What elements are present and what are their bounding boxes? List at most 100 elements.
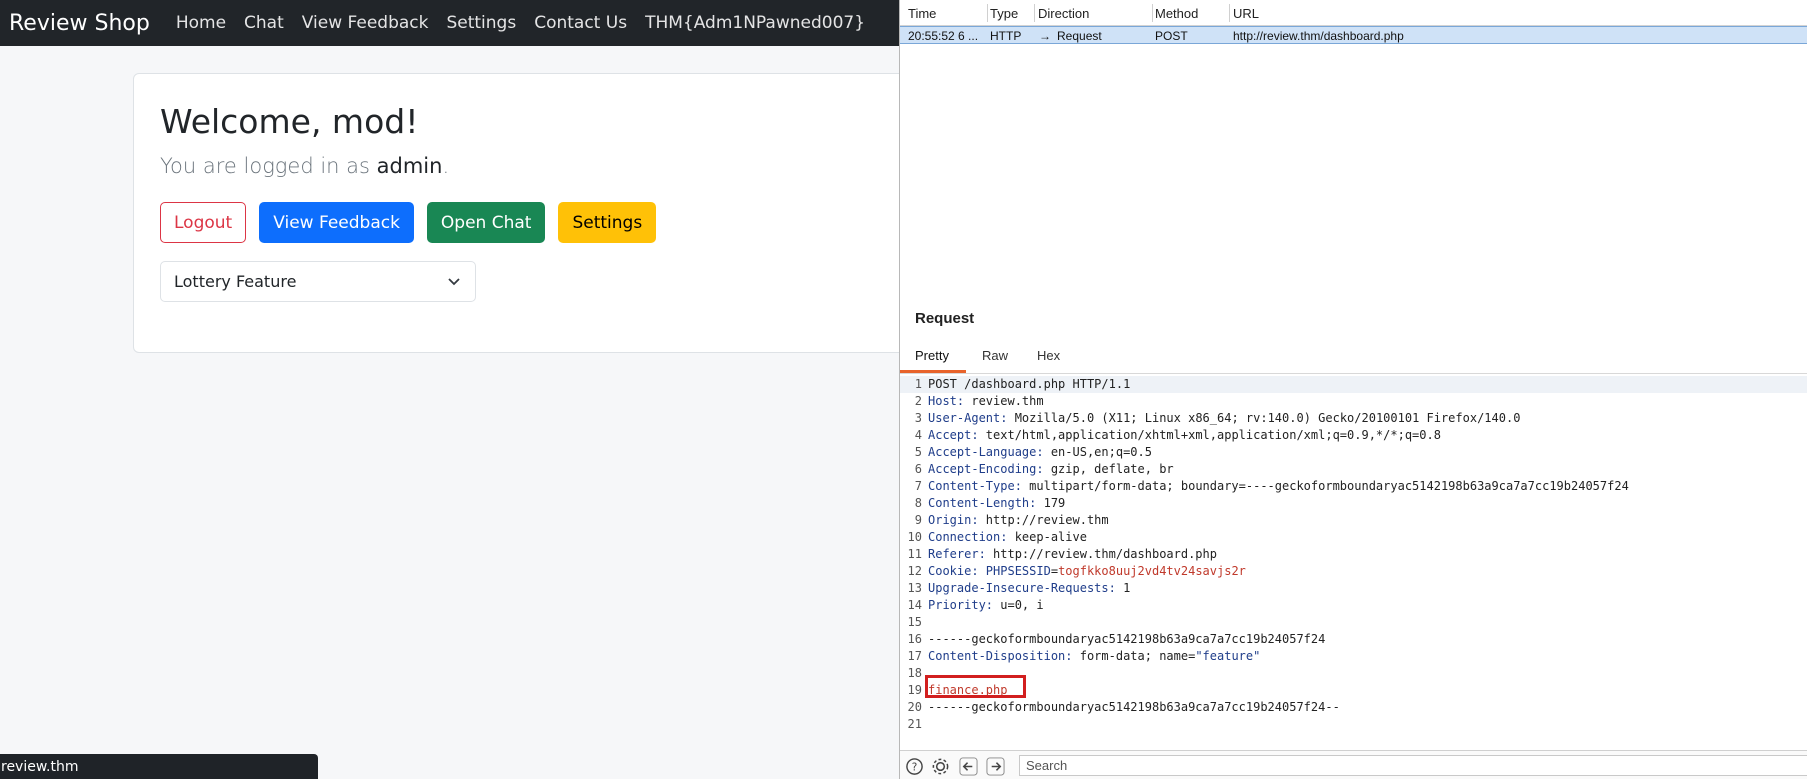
tab-pretty[interactable]: Pretty (915, 348, 949, 363)
nav-view-feedback[interactable]: View Feedback (302, 13, 429, 33)
header-name: Accept-Language: (928, 445, 1044, 459)
nav-flag[interactable]: THM{Adm1NPawned007} (645, 13, 865, 33)
header-value: 179 (1036, 496, 1066, 510)
code-line: 7 Content-Type: multipart/form-data; boun… (900, 478, 1807, 495)
line-number: 17 (907, 649, 922, 663)
settings-button[interactable]: Settings (558, 202, 657, 243)
tab-raw[interactable]: Raw (982, 348, 1008, 363)
table-row[interactable]: 20:55:52 6 ... HTTP → Request POST http:… (900, 26, 1807, 44)
feature-select[interactable]: Lottery Feature (160, 261, 476, 302)
code-line: 10 Connection: keep-alive (900, 529, 1807, 546)
plain-text: ------geckoformboundaryac5142198b63a9ca7… (928, 700, 1340, 714)
logged-suffix: . (442, 154, 450, 178)
code-line: 3 User-Agent: Mozilla/5.0 (X11; Linux x86… (900, 410, 1807, 427)
browser-status-bar: review.thm (0, 754, 318, 779)
code-line: 16 ------geckoformboundaryac5142198b63a9c… (900, 631, 1807, 648)
col-method[interactable]: Method (1155, 6, 1198, 21)
header-value: http://review.thm/dashboard.php (985, 547, 1217, 561)
header-name: Content-Type: (928, 479, 1022, 493)
line-number: 16 (907, 632, 922, 646)
code-line: 20 ------geckoformboundaryac5142198b63a9c… (900, 699, 1807, 716)
line-text: Upgrade-Insecure-Requests: 1 (928, 580, 1130, 597)
line-text: Connection: keep-alive (928, 529, 1087, 546)
cookie-name: PHPSESSID (978, 564, 1051, 578)
header-value: text/html,application/xhtml+xml,applicat… (978, 428, 1441, 442)
cookie-equals: = (1050, 564, 1059, 578)
header-value: review.thm (964, 394, 1044, 408)
search-input[interactable]: Search (1019, 755, 1807, 776)
header-name: Referer: (928, 547, 986, 561)
row-type: HTTP (990, 29, 1022, 43)
line-number: 1 (914, 377, 922, 391)
burp-panel: Time Type Direction Method URL 20:55:52 … (899, 0, 1807, 779)
header-name: User-Agent: (928, 411, 1008, 425)
header-name: Accept: (928, 428, 979, 442)
arrow-right-icon: → (1039, 29, 1051, 43)
editor-bottom-bar: ? Search (900, 750, 1807, 779)
brand-logo[interactable]: Review Shop (0, 11, 150, 36)
view-feedback-button[interactable]: View Feedback (259, 202, 414, 243)
welcome-heading: Welcome, mod! (160, 102, 419, 141)
header-name: Accept-Encoding: (928, 462, 1044, 476)
cookie-value: togfkko8uuj2vd4tv24savjs2r (1058, 564, 1246, 578)
line-number: 15 (907, 615, 922, 629)
help-icon[interactable]: ? (905, 757, 924, 776)
open-chat-button[interactable]: Open Chat (426, 202, 546, 243)
nav-settings[interactable]: Settings (446, 13, 516, 33)
line-number: 21 (907, 717, 922, 731)
plain-text: ------geckoformboundaryac5142198b63a9ca7… (928, 632, 1326, 646)
line-text: Host: review.thm (928, 393, 1044, 410)
col-time[interactable]: Time (908, 6, 936, 21)
code-line: 6 Accept-Encoding: gzip, deflate, br (900, 461, 1807, 478)
line-number: 18 (907, 666, 922, 680)
arrow-left-icon[interactable] (959, 757, 978, 776)
tab-hex[interactable]: Hex (1037, 348, 1060, 363)
nav-chat[interactable]: Chat (244, 13, 284, 33)
code-line: 17 Content-Disposition: form-data; name="… (900, 648, 1807, 665)
nav-contact-us[interactable]: Contact Us (534, 13, 627, 33)
nav-home[interactable]: Home (176, 13, 226, 33)
header-value: en-US,en;q=0.5 (1043, 445, 1152, 459)
line-text: Origin: http://review.thm (928, 512, 1109, 529)
arrow-right-icon[interactable] (986, 757, 1005, 776)
header-value: multipart/form-data; boundary=----geckof… (1021, 479, 1629, 493)
code-line: 5 Accept-Language: en-US,en;q=0.5 (900, 444, 1807, 461)
line-number: 14 (907, 598, 922, 612)
header-name: Host: (928, 394, 965, 408)
code-line: 2 Host: review.thm (900, 393, 1807, 410)
line-text: User-Agent: Mozilla/5.0 (X11; Linux x86_… (928, 410, 1520, 427)
svg-text:?: ? (912, 761, 918, 773)
line-number: 12 (907, 564, 922, 578)
col-type[interactable]: Type (990, 6, 1018, 21)
feature-select-value: Lottery Feature (174, 272, 297, 291)
col-url[interactable]: URL (1233, 6, 1259, 21)
code-line: 9 Origin: http://review.thm (900, 512, 1807, 529)
line-text: Priority: u=0, i (928, 597, 1044, 614)
line-number: 2 (914, 394, 922, 408)
request-editor[interactable]: 1 POST /dashboard.php HTTP/1.1 2 Host: revi… (900, 376, 1807, 744)
header-value: 1 (1115, 581, 1131, 595)
quoted-value: "feature" (1195, 649, 1261, 663)
line-text: Content-Type: multipart/form-data; bound… (928, 478, 1629, 495)
line-number: 10 (907, 530, 922, 544)
header-value: form-data; name= (1072, 649, 1196, 663)
line-number: 6 (914, 462, 922, 476)
line-number: 7 (914, 479, 922, 493)
col-direction[interactable]: Direction (1038, 6, 1089, 21)
row-method: POST (1155, 29, 1188, 43)
line-number: 11 (907, 547, 922, 561)
line-number: 19 (907, 683, 922, 697)
nav-links: Home Chat View Feedback Settings Contact… (176, 13, 865, 33)
code-line: 4 Accept: text/html,application/xhtml+xml… (900, 427, 1807, 444)
row-url: http://review.thm/dashboard.php (1233, 29, 1404, 43)
header-value: keep-alive (1007, 530, 1087, 544)
line-number: 20 (907, 700, 922, 714)
gear-icon[interactable] (931, 757, 950, 776)
header-value: http://review.thm (978, 513, 1109, 527)
line-text: Content-Disposition: form-data; name="fe… (928, 648, 1260, 665)
logout-button[interactable]: Logout (160, 202, 247, 243)
code-line: 15 (900, 614, 1807, 631)
active-tab-indicator (900, 370, 966, 373)
line-number: 8 (914, 496, 922, 510)
highlight-box (925, 675, 1026, 698)
